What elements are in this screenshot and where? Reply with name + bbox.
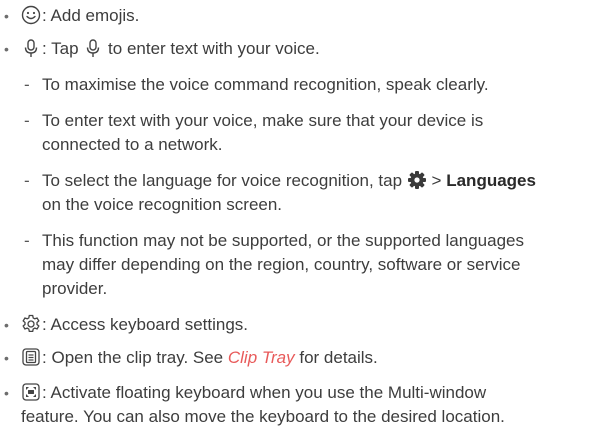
clip-tray-link[interactable]: Clip Tray <box>228 348 295 367</box>
sub-item-text-pre: To select the language for voice recogni… <box>42 171 403 190</box>
sub-item-text-line2: on the voice recognition screen. <box>42 195 283 214</box>
item-text-pre: Tap <box>51 39 79 58</box>
item-text: Add emojis. <box>50 6 140 25</box>
bullet-marker: • <box>4 350 9 366</box>
item-text: Access keyboard settings. <box>50 315 249 334</box>
colon-separator: : <box>42 348 47 367</box>
bullet-marker: • <box>4 41 9 57</box>
item-text-line2: feature. You can also move the keyboard … <box>21 407 505 426</box>
floating-keyboard-icon <box>21 382 41 402</box>
gear-icon <box>407 170 427 190</box>
colon-separator: : <box>42 6 47 25</box>
sub-item-text-line2: connected to a network. <box>42 135 223 154</box>
sub-item-text-line2: may differ depending on the region, coun… <box>42 255 521 274</box>
bullet-marker: • <box>4 385 9 401</box>
gt-separator: > <box>431 171 442 190</box>
dash-marker: - <box>24 231 30 250</box>
item-text-line1: Activate floating keyboard when you use … <box>50 383 487 402</box>
item-text-post: to enter text with your voice. <box>108 39 320 58</box>
sub-item-text: To maximise the voice command recognitio… <box>42 75 489 94</box>
emoji-icon <box>21 5 41 25</box>
microphone-icon <box>21 38 41 58</box>
sub-item-text-line1: This function may not be supported, or t… <box>42 231 524 250</box>
dash-marker: - <box>24 111 30 130</box>
sub-item-text-line1: To enter text with your voice, make sure… <box>42 111 484 130</box>
colon-separator: : <box>42 383 47 402</box>
microphone-icon <box>83 38 103 58</box>
colon-separator: : <box>42 315 47 334</box>
gear-settings-icon <box>21 314 41 334</box>
bullet-marker: • <box>4 317 9 333</box>
manual-page: • : Add emojis. • : Tap to enter text wi… <box>0 0 606 442</box>
bullet-marker: • <box>4 8 9 24</box>
dash-marker: - <box>24 75 30 94</box>
sub-item-text-line3: provider. <box>42 279 108 298</box>
clip-tray-icon <box>21 347 41 367</box>
colon-separator: : <box>42 39 47 58</box>
item-text-post: for details. <box>299 348 378 367</box>
languages-label: Languages <box>446 171 536 190</box>
item-text-pre: Open the clip tray. See <box>51 348 224 367</box>
dash-marker: - <box>24 171 30 190</box>
